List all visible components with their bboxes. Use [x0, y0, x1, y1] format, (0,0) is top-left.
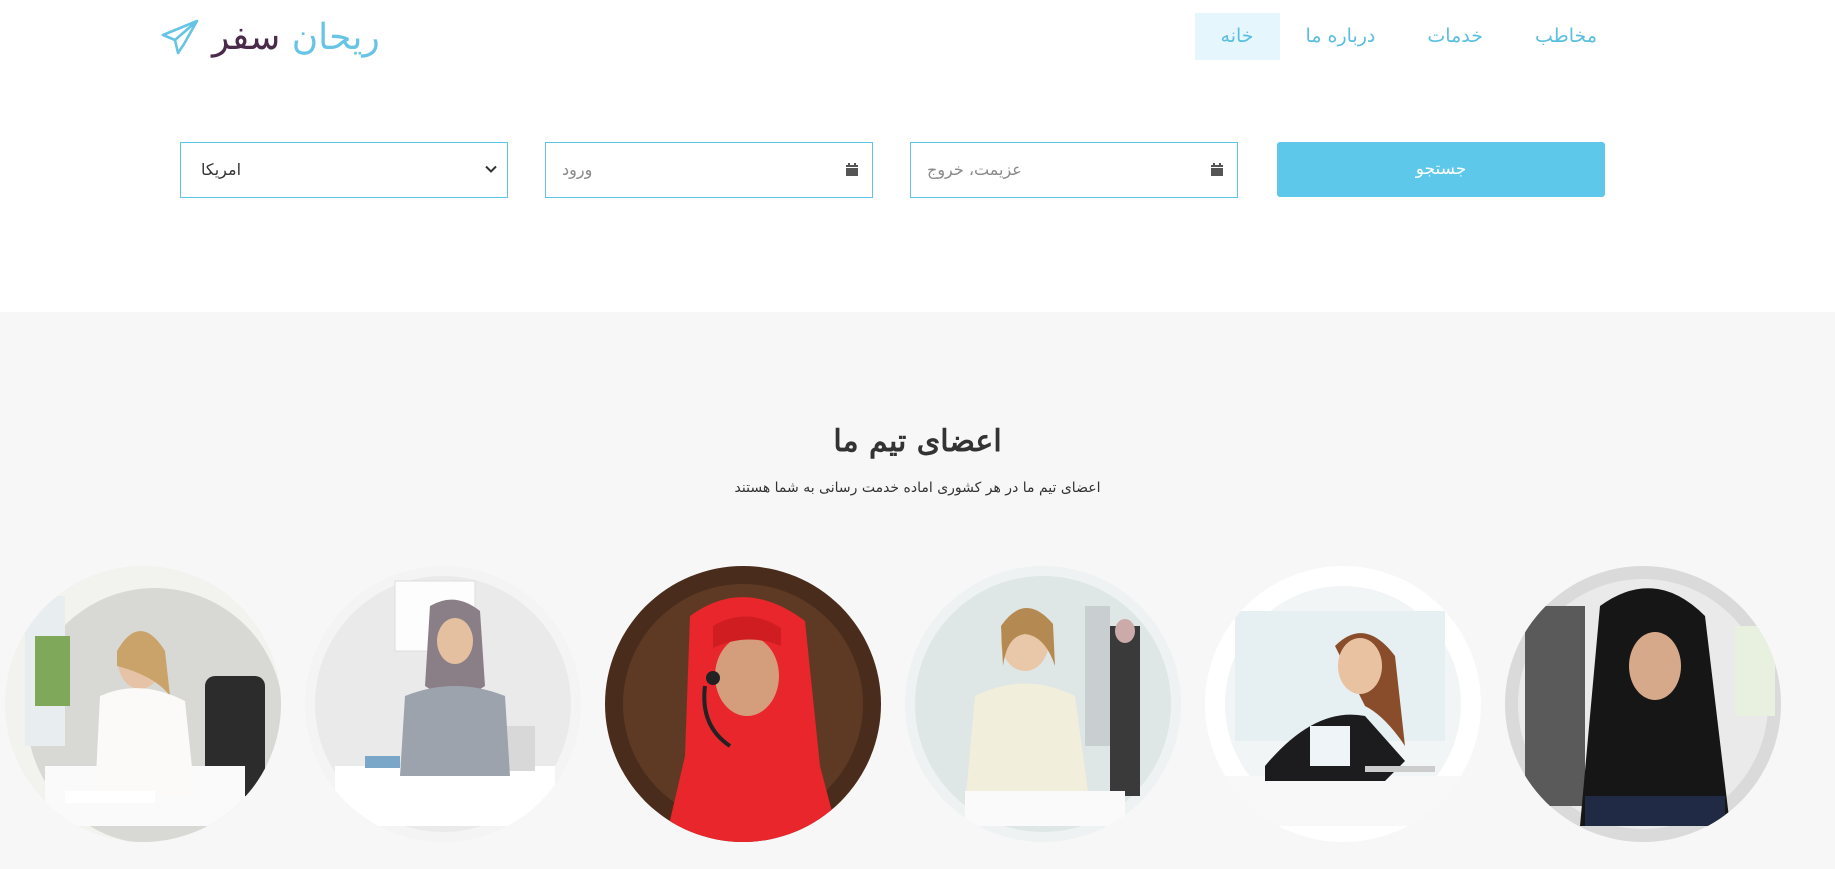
paper-plane-icon	[160, 18, 200, 58]
checkout-date-input[interactable]: عزیمت، خروج	[910, 142, 1238, 198]
search-form: امریکا ورود عزیمت، خروج جستجو	[180, 142, 1606, 198]
team-member-photo[interactable]	[905, 566, 1181, 842]
country-select[interactable]: امریکا	[180, 142, 508, 198]
team-member-photo[interactable]	[305, 566, 581, 842]
team-section: اعضای تیم ما اعضای تیم ما در هر کشوری ام…	[0, 312, 1835, 869]
chevron-down-icon	[483, 161, 499, 177]
nav-item-about[interactable]: درباره ما	[1280, 13, 1402, 60]
site-header: ریحان سفر خانه درباره ما خدمات مخاطب	[0, 0, 1835, 80]
checkin-date-input[interactable]: ورود	[545, 142, 873, 198]
nav-item-services[interactable]: خدمات	[1401, 13, 1509, 60]
checkout-placeholder: عزیمت، خروج	[927, 160, 1022, 179]
calendar-icon[interactable]	[844, 162, 860, 178]
team-member-photo[interactable]	[1205, 566, 1481, 842]
logo-word-1: ریحان	[291, 17, 380, 58]
nav-item-home[interactable]: خانه	[1194, 13, 1280, 60]
logo-text: ریحان سفر	[212, 14, 380, 62]
country-select-value: امریکا	[201, 160, 242, 179]
calendar-icon[interactable]	[1209, 162, 1225, 178]
logo-word-2: سفر	[212, 17, 281, 58]
nav-item-contact[interactable]: مخاطب	[1509, 13, 1623, 60]
main-nav: خانه درباره ما خدمات مخاطب	[1194, 13, 1623, 60]
team-member-photo[interactable]	[605, 566, 881, 842]
site-logo[interactable]: ریحان سفر	[160, 14, 380, 62]
checkin-placeholder: ورود	[562, 160, 593, 179]
team-subtitle: اعضای تیم ما در هر کشوری اماده خدمت رسان…	[734, 480, 1101, 496]
team-member-photo[interactable]	[5, 566, 281, 842]
team-title: اعضای تیم ما	[833, 424, 1002, 459]
team-member-photo[interactable]	[1505, 566, 1781, 842]
search-button[interactable]: جستجو	[1277, 142, 1605, 197]
